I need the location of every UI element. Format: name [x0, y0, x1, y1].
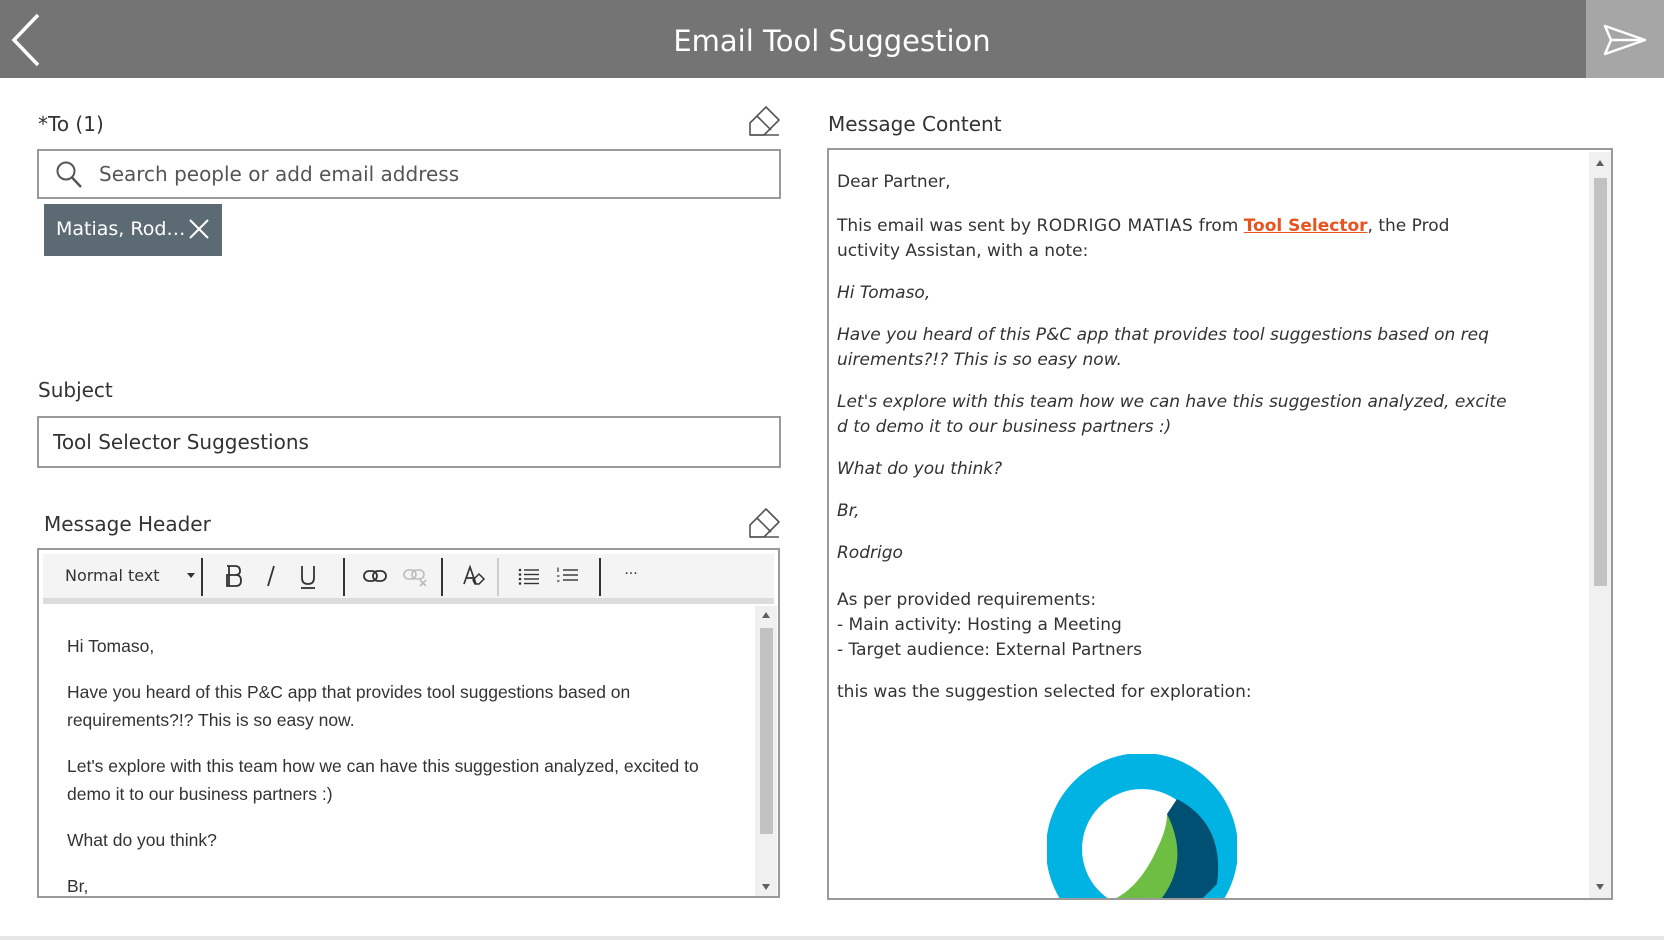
- scroll-down-arrow-icon[interactable]: [1596, 884, 1604, 890]
- numbered-list-icon: [557, 567, 578, 582]
- link-icon: [363, 570, 387, 582]
- recipient-chip[interactable]: Matias, Rodri...: [44, 204, 222, 256]
- requirements-intro: As per provided requirements:: [837, 590, 1097, 610]
- paragraph-format-label: Normal text: [65, 566, 160, 585]
- title-bar: Email Tool Suggestion: [0, 0, 1664, 78]
- rich-text-toolbar: Normal text ···: [43, 554, 774, 604]
- scrollbar-thumb[interactable]: [1594, 178, 1607, 586]
- scroll-up-arrow-icon[interactable]: [762, 612, 770, 618]
- italic-icon: [267, 565, 275, 587]
- clear-format-icon: [463, 564, 486, 585]
- remove-link-button[interactable]: [397, 554, 433, 598]
- chevron-down-icon: [187, 573, 195, 578]
- header-paragraph: Hi Tomaso,: [67, 636, 155, 656]
- subject-label: Subject: [38, 378, 113, 402]
- insert-link-button[interactable]: [357, 554, 393, 598]
- header-paragraph: Let's explore with this team how we can …: [67, 756, 699, 804]
- remove-recipient-icon[interactable]: [188, 218, 210, 240]
- selection-text: this was the suggestion selected for exp…: [837, 682, 1252, 702]
- paragraph-format-select[interactable]: Normal text: [51, 554, 201, 598]
- note-line: d to demo it to our business partners :): [837, 417, 1172, 437]
- header-paragraph: Have you heard of this P&C app that prov…: [67, 682, 631, 730]
- sender-name: RODRIGO MATIAS: [1036, 216, 1194, 236]
- bulleted-list-button[interactable]: [511, 554, 547, 598]
- message-header-editor[interactable]: Normal text ··· Hi Tomaso, Have you hear…: [37, 548, 780, 898]
- content-intro: This email was sent by RODRIGO MATIAS fr…: [837, 214, 1587, 264]
- send-icon: [1603, 24, 1647, 56]
- recipient-chip-label: Matias, Rodri...: [56, 218, 188, 240]
- intro-text: from: [1193, 216, 1244, 236]
- underline-button[interactable]: [291, 554, 325, 598]
- toolbar-divider: [441, 558, 443, 596]
- scroll-up-arrow-icon[interactable]: [1596, 160, 1604, 166]
- note-paragraph: Let's explore with this team how we can …: [837, 390, 1587, 440]
- header-paragraph: Br,: [67, 876, 89, 896]
- message-header-text[interactable]: Hi Tomaso, Have you heard of this P&C ap…: [43, 606, 755, 896]
- bottom-divider: [0, 936, 1664, 940]
- underline-icon: [301, 566, 315, 589]
- header-paragraph: What do you think?: [67, 830, 217, 850]
- intro-text: , the Prod: [1367, 216, 1450, 236]
- note-paragraph: Have you heard of this P&C app that prov…: [837, 323, 1587, 373]
- content-scrollbar[interactable]: [1589, 152, 1611, 898]
- note-signoff: Br,: [837, 501, 860, 521]
- to-label: *To (1): [38, 112, 104, 136]
- scroll-down-arrow-icon[interactable]: [762, 884, 770, 890]
- note-greeting: Hi Tomaso,: [837, 283, 931, 303]
- scrollbar-thumb[interactable]: [760, 628, 773, 834]
- eraser-icon: [749, 106, 780, 136]
- note-line: Let's explore with this team how we can …: [837, 392, 1507, 412]
- subject-input[interactable]: [53, 418, 769, 466]
- recipient-search-input[interactable]: [99, 151, 769, 197]
- eraser-icon: [749, 508, 780, 538]
- search-icon: [56, 161, 82, 188]
- note-question: What do you think?: [837, 459, 1003, 479]
- message-content-label: Message Content: [828, 112, 1002, 136]
- italic-button[interactable]: [255, 554, 287, 598]
- requirement-item: - Target audience: External Partners: [837, 640, 1142, 660]
- requirements-block: As per provided requirements: - Main act…: [837, 588, 1587, 663]
- intro-text: This email was sent by: [837, 216, 1037, 236]
- more-options-button[interactable]: ···: [613, 554, 649, 598]
- intro-text: uctivity Assistan, with a note:: [837, 241, 1089, 261]
- recipient-search-field[interactable]: [37, 149, 781, 199]
- subject-field[interactable]: [37, 416, 781, 468]
- message-content-body: Dear Partner, This email was sent by ROD…: [837, 170, 1587, 722]
- webex-logo-icon: [1047, 754, 1237, 898]
- clear-recipients-button[interactable]: [747, 104, 781, 138]
- send-button[interactable]: [1586, 0, 1664, 78]
- numbered-list-button[interactable]: [549, 554, 585, 598]
- tool-selector-link[interactable]: Tool Selector: [1244, 216, 1368, 236]
- clear-message-header-button[interactable]: [747, 506, 781, 540]
- requirement-item: - Main activity: Hosting a Meeting: [837, 615, 1122, 635]
- toolbar-divider: [343, 558, 345, 596]
- toolbar-divider: [497, 558, 499, 596]
- header-scrollbar[interactable]: [755, 606, 777, 896]
- bold-button[interactable]: [215, 554, 251, 598]
- note-line: uirements?!? This is so easy now.: [837, 350, 1122, 370]
- message-header-label: Message Header: [44, 512, 211, 536]
- note-line: Have you heard of this P&C app that prov…: [837, 325, 1489, 345]
- bold-icon: [226, 565, 242, 587]
- unlink-icon: [403, 569, 427, 587]
- page-title: Email Tool Suggestion: [673, 24, 991, 58]
- toolbar-divider: [201, 558, 203, 596]
- message-content-preview: Dear Partner, This email was sent by ROD…: [827, 148, 1613, 900]
- note-signature: Rodrigo: [837, 543, 903, 563]
- toolbar-divider: [599, 558, 601, 596]
- clear-formatting-button[interactable]: [455, 554, 491, 598]
- bulleted-list-icon: [518, 568, 539, 585]
- content-greeting: Dear Partner,: [837, 172, 951, 192]
